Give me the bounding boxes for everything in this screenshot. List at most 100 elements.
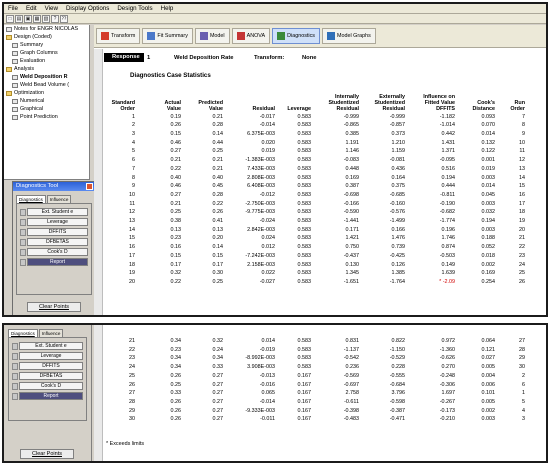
tree-item[interactable]: Design (Coded) (4, 33, 89, 41)
table-cell: 2 (132, 122, 135, 129)
leverage-label: Leverage (19, 352, 83, 360)
table-cell: -1.360 (439, 346, 455, 353)
tree-item[interactable]: Weld Deposition R (4, 73, 89, 81)
menu-item-design-tools[interactable]: Design Tools (113, 5, 156, 12)
ext-student-e-button[interactable]: Ext. Student e (12, 342, 83, 350)
table-cell: 0.40 (170, 174, 182, 181)
tab-influence[interactable]: Influence (38, 329, 64, 337)
leverage-button[interactable]: Leverage (12, 352, 83, 360)
print-icon[interactable]: ▦ (33, 14, 41, 23)
table-cell: 0.583 (297, 183, 312, 190)
table-cell: 0.17 (212, 261, 224, 268)
table-cell: 0.583 (297, 346, 312, 353)
table-cell: 0.15 (170, 131, 182, 138)
table-cell: 0.40 (212, 174, 224, 181)
table-cell: 0.750 (345, 244, 360, 251)
table-cell: 0.014 (261, 338, 276, 344)
new-icon[interactable]: □ (6, 14, 14, 23)
table-cell: 0.26 (212, 209, 224, 216)
leverage-icon (20, 218, 26, 226)
tree-item[interactable]: Evaluation (4, 57, 89, 65)
table-cell: 1.146 (345, 148, 360, 155)
table-cell: 0.33 (212, 364, 224, 371)
tree-item[interactable]: Optimization (4, 89, 89, 97)
table-cell: 0.15 (212, 252, 224, 259)
tab-fit-summary[interactable]: Fit Summary (142, 28, 193, 44)
table-cell: 18 (519, 209, 525, 216)
table-cell: -1.182 (439, 113, 455, 120)
table-cell: -0.014 (259, 122, 275, 129)
tree-item[interactable]: Notes for ENGR NICOLAS (4, 25, 89, 33)
toolbar: □ ▤ ▣ ▦ ▧? ⁇ (4, 14, 546, 24)
menu-item-view[interactable]: View (41, 5, 62, 12)
response-name: Weld Deposition Rate (174, 54, 234, 61)
table-cell: 1.697 (441, 390, 456, 397)
dfbetas-button[interactable]: DFBETAS (12, 372, 83, 380)
table-cell: 0.34 (170, 364, 182, 371)
tab-diagnostics[interactable]: Diagnostics (16, 195, 46, 203)
tab-diagnostics[interactable]: Diagnostics (8, 329, 38, 337)
menu-item-file[interactable]: File (4, 5, 22, 12)
copy-icon[interactable]: ▧ (42, 14, 50, 23)
help-icon[interactable]: ? (51, 14, 59, 23)
dfbetas-button[interactable]: DFBETAS (20, 238, 88, 246)
table-cell: 0.23 (170, 235, 182, 242)
tab-transform[interactable]: Transform (96, 28, 141, 44)
dffits-button[interactable]: DFFITS (12, 362, 83, 370)
table-cell: 1 (522, 390, 525, 397)
whats-this-icon[interactable]: ⁇ (60, 14, 68, 23)
table-cell: -0.471 (389, 416, 405, 423)
table-cell: 7 (522, 113, 525, 120)
table-cell: 6 (522, 381, 525, 388)
tab-anova[interactable]: ANOVA (231, 28, 271, 44)
table-cell: -0.210 (439, 416, 455, 423)
cook-s-d-button[interactable]: Cook's D (20, 248, 88, 256)
clear-points-button[interactable]: Clear Points (27, 302, 81, 312)
table-cell: 0.27 (170, 148, 182, 155)
dffits-button[interactable]: DFFITS (20, 228, 88, 236)
table-row: 1 0.19 0.21 -0.017 0.583 -0.999 -0.999 -1.182 0.… (104, 113, 528, 122)
menu-item-display-options[interactable]: Display Options (62, 5, 113, 12)
table-cell: 0.583 (297, 244, 312, 251)
diagnostics-tool-title[interactable]: Diagnostics Tool (13, 182, 95, 191)
table-cell: 0.254 (481, 278, 496, 285)
tree-item[interactable]: Numerical (4, 97, 89, 105)
table-cell: 28 (519, 346, 525, 353)
menu-item-edit[interactable]: Edit (22, 5, 41, 12)
table-cell: 0.003 (481, 174, 496, 181)
cook-s-d-button[interactable]: Cook's D (12, 382, 83, 390)
ext-student-e-button[interactable]: Ext. Student e (20, 208, 88, 216)
leverage-button[interactable]: Leverage (20, 218, 88, 226)
tab-influence[interactable]: Influence (46, 195, 72, 203)
table-cell: -1.441 (343, 218, 359, 225)
table-cell: -0.698 (343, 191, 359, 198)
open-icon[interactable]: ▤ (15, 14, 23, 23)
tree-item[interactable]: Weld Bead Volume ( (4, 81, 89, 89)
tab-model-graphs[interactable]: Model Graphs (321, 28, 376, 44)
clear-points-button[interactable]: Clear Points (20, 449, 74, 459)
tree-item[interactable]: Analysis (4, 65, 89, 73)
tree-item[interactable]: Summary (4, 41, 89, 49)
table-cell: 0.169 (345, 174, 360, 181)
report-button[interactable]: Report (12, 392, 83, 400)
tab-diagnostics[interactable]: Diagnostics (272, 28, 320, 44)
table-cell: 0.41 (212, 218, 224, 225)
table-cell: 9 (132, 183, 135, 190)
tree-item[interactable]: Point Prediction (4, 113, 89, 121)
tree-item[interactable]: Graphical (4, 105, 89, 113)
table-cell: 0.583 (297, 131, 312, 138)
table-cell: 0.38 (170, 218, 182, 225)
tree-item[interactable]: Graph Columns (4, 49, 89, 57)
report-button[interactable]: Report (20, 258, 88, 266)
table-cell: 0.167 (297, 390, 312, 397)
table-cell: 22 (519, 244, 525, 251)
table-row: 19 0.32 0.30 0.022 0.583 1.345 1.385 1.639 0.169… (104, 269, 528, 278)
table-cell: 6.408E-003 (247, 183, 275, 190)
table-cell: -0.697 (343, 381, 359, 388)
cook-s-d-icon (12, 382, 18, 390)
table-cell: 0.21 (212, 165, 224, 172)
close-icon[interactable] (86, 183, 93, 190)
save-icon[interactable]: ▣ (24, 14, 32, 23)
tab-model[interactable]: Model (194, 28, 230, 44)
menu-item-help[interactable]: Help (157, 5, 178, 12)
